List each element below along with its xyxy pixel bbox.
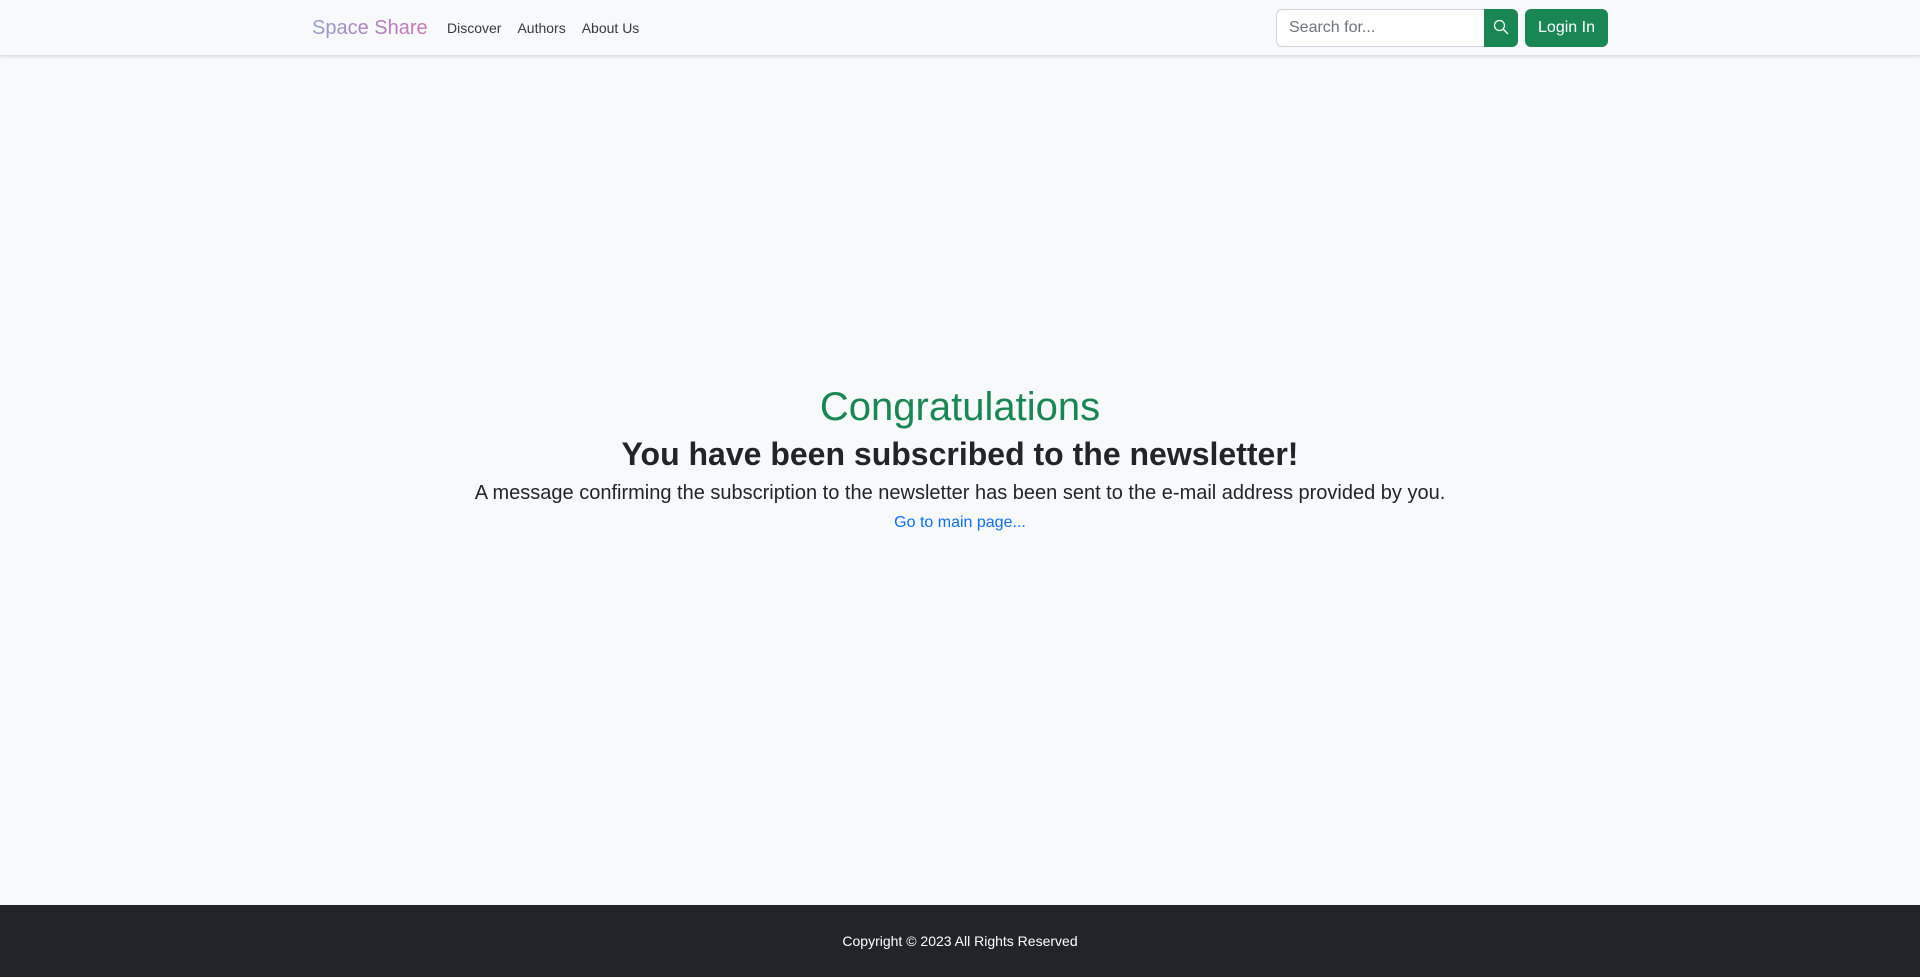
search-input[interactable] bbox=[1276, 9, 1484, 47]
main-content: Congratulations You have been subscribed… bbox=[0, 56, 1920, 905]
page: Space Share Discover Authors About Us Lo… bbox=[0, 0, 1920, 977]
confirmation-text: A message confirming the subscription to… bbox=[474, 482, 1446, 504]
subscription-confirmation: Congratulations You have been subscribed… bbox=[0, 383, 1920, 534]
main-page-link[interactable]: Go to main page... bbox=[894, 512, 1026, 534]
brand-logo[interactable]: Space Share bbox=[312, 14, 428, 42]
copyright-text: Copyright © 2023 All Rights Reserved bbox=[842, 933, 1078, 949]
footer: Copyright © 2023 All Rights Reserved bbox=[0, 905, 1920, 977]
subscribed-heading: You have been subscribed to the newslett… bbox=[621, 436, 1299, 472]
nav-link-about-us[interactable]: About Us bbox=[582, 18, 640, 38]
congratulations-heading: Congratulations bbox=[819, 385, 1101, 429]
search-icon bbox=[1493, 19, 1509, 38]
nav-link-discover[interactable]: Discover bbox=[447, 18, 501, 38]
search-form bbox=[1276, 9, 1518, 47]
login-button[interactable]: Login In bbox=[1525, 9, 1608, 47]
top-navbar: Space Share Discover Authors About Us Lo… bbox=[0, 0, 1920, 56]
nav-link-authors[interactable]: Authors bbox=[517, 18, 565, 38]
search-button[interactable] bbox=[1484, 9, 1518, 47]
nav-links: Discover Authors About Us bbox=[447, 18, 655, 38]
